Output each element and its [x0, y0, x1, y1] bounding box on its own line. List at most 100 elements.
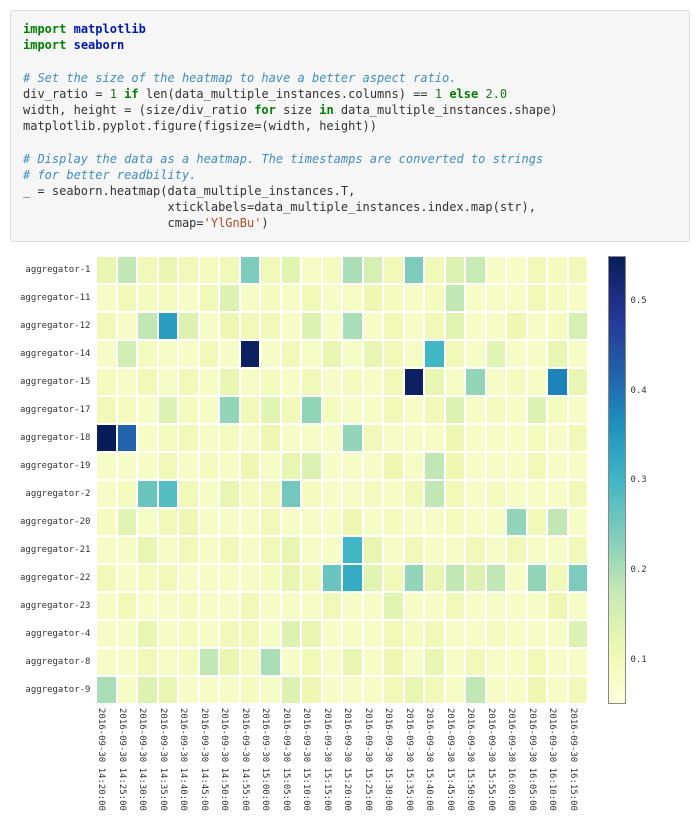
heatmap-cell — [445, 676, 466, 704]
heatmap-cell — [117, 648, 138, 676]
heatmap-cell — [383, 340, 404, 368]
heatmap-cell — [547, 452, 568, 480]
heatmap-cell — [240, 312, 261, 340]
x-tick-label: 2016-09-30 15:55:00 — [486, 708, 496, 811]
heatmap-cell — [158, 508, 179, 536]
heatmap-cell — [158, 592, 179, 620]
code-line: xticklabels=data_multiple_instances.inde… — [23, 200, 536, 214]
heatmap-cell — [383, 592, 404, 620]
heatmap-cell — [301, 340, 322, 368]
heatmap-cell — [199, 396, 220, 424]
heatmap-cell — [342, 620, 363, 648]
heatmap-cell — [260, 480, 281, 508]
heatmap-cell — [322, 648, 343, 676]
y-tick-label: aggregator-18 — [20, 424, 96, 452]
heatmap-cell — [383, 396, 404, 424]
heatmap-cell — [137, 620, 158, 648]
heatmap-cell — [547, 564, 568, 592]
heatmap-cell — [178, 368, 199, 396]
heatmap-cell — [547, 676, 568, 704]
heatmap-cell — [178, 312, 199, 340]
heatmap-cell — [117, 452, 138, 480]
heatmap-cell — [506, 368, 527, 396]
heatmap-cell — [322, 340, 343, 368]
heatmap-cell — [465, 536, 486, 564]
heatmap-cell — [158, 620, 179, 648]
heatmap-cell — [404, 480, 425, 508]
heatmap-cell — [424, 564, 445, 592]
heatmap-cell — [506, 312, 527, 340]
heatmap-cell — [199, 312, 220, 340]
heatmap-cell — [178, 508, 199, 536]
heatmap-cell — [219, 676, 240, 704]
heatmap-cell — [219, 592, 240, 620]
heatmap-cell — [363, 284, 384, 312]
heatmap-cell — [240, 340, 261, 368]
heatmap-cell — [486, 256, 507, 284]
heatmap-cell — [363, 452, 384, 480]
heatmap-cell — [117, 256, 138, 284]
heatmap-cell — [281, 536, 302, 564]
heatmap-cell — [117, 480, 138, 508]
x-tick-label: 2016-09-30 15:40:00 — [424, 708, 434, 811]
heatmap-cell — [547, 256, 568, 284]
heatmap-cell — [342, 368, 363, 396]
heatmap-cell — [158, 340, 179, 368]
heatmap-cell — [178, 424, 199, 452]
y-tick-label: aggregator-17 — [20, 396, 96, 424]
heatmap-cell — [445, 452, 466, 480]
heatmap-cell — [178, 564, 199, 592]
heatmap-cell — [486, 480, 507, 508]
heatmap-cell — [445, 396, 466, 424]
heatmap-cell — [383, 452, 404, 480]
heatmap-cell — [527, 284, 548, 312]
heatmap-cell — [486, 368, 507, 396]
heatmap-cell — [260, 368, 281, 396]
heatmap-cell — [486, 592, 507, 620]
heatmap-cell — [199, 676, 220, 704]
heatmap-cell — [404, 340, 425, 368]
heatmap-cell — [322, 256, 343, 284]
heatmap-cell — [445, 340, 466, 368]
heatmap-cell — [322, 396, 343, 424]
heatmap-cell — [363, 536, 384, 564]
heatmap-cell — [117, 508, 138, 536]
heatmap-cell — [342, 256, 363, 284]
heatmap-cell — [137, 676, 158, 704]
heatmap-cell — [178, 452, 199, 480]
heatmap-cell — [322, 592, 343, 620]
heatmap-cell — [527, 340, 548, 368]
heatmap-cell — [96, 536, 117, 564]
heatmap-cell — [301, 368, 322, 396]
heatmap-cell — [424, 340, 445, 368]
heatmap-cell — [465, 256, 486, 284]
heatmap-cell — [240, 424, 261, 452]
heatmap-cell — [178, 676, 199, 704]
heatmap-cell — [445, 508, 466, 536]
x-tick-label: 2016-09-30 15:30:00 — [383, 708, 393, 811]
heatmap-cell — [383, 424, 404, 452]
heatmap-cell — [260, 592, 281, 620]
heatmap-cell — [383, 620, 404, 648]
heatmap-cell — [445, 592, 466, 620]
heatmap-cell — [281, 676, 302, 704]
heatmap-cell — [137, 452, 158, 480]
heatmap-cell — [260, 424, 281, 452]
heatmap-cell — [301, 256, 322, 284]
heatmap-cell — [424, 396, 445, 424]
heatmap-cell — [404, 284, 425, 312]
heatmap-cell — [117, 592, 138, 620]
heatmap-cell — [547, 284, 568, 312]
heatmap-cell — [158, 564, 179, 592]
heatmap-cell — [568, 676, 589, 704]
heatmap-cell — [240, 508, 261, 536]
x-tick-label: 2016-09-30 14:45:00 — [199, 708, 209, 811]
heatmap-cell — [506, 536, 527, 564]
heatmap-cell — [506, 592, 527, 620]
heatmap-cell — [219, 340, 240, 368]
heatmap-cell — [240, 256, 261, 284]
heatmap-cell — [137, 508, 158, 536]
heatmap-cell — [445, 620, 466, 648]
heatmap-cell — [547, 592, 568, 620]
heatmap-cell — [404, 312, 425, 340]
